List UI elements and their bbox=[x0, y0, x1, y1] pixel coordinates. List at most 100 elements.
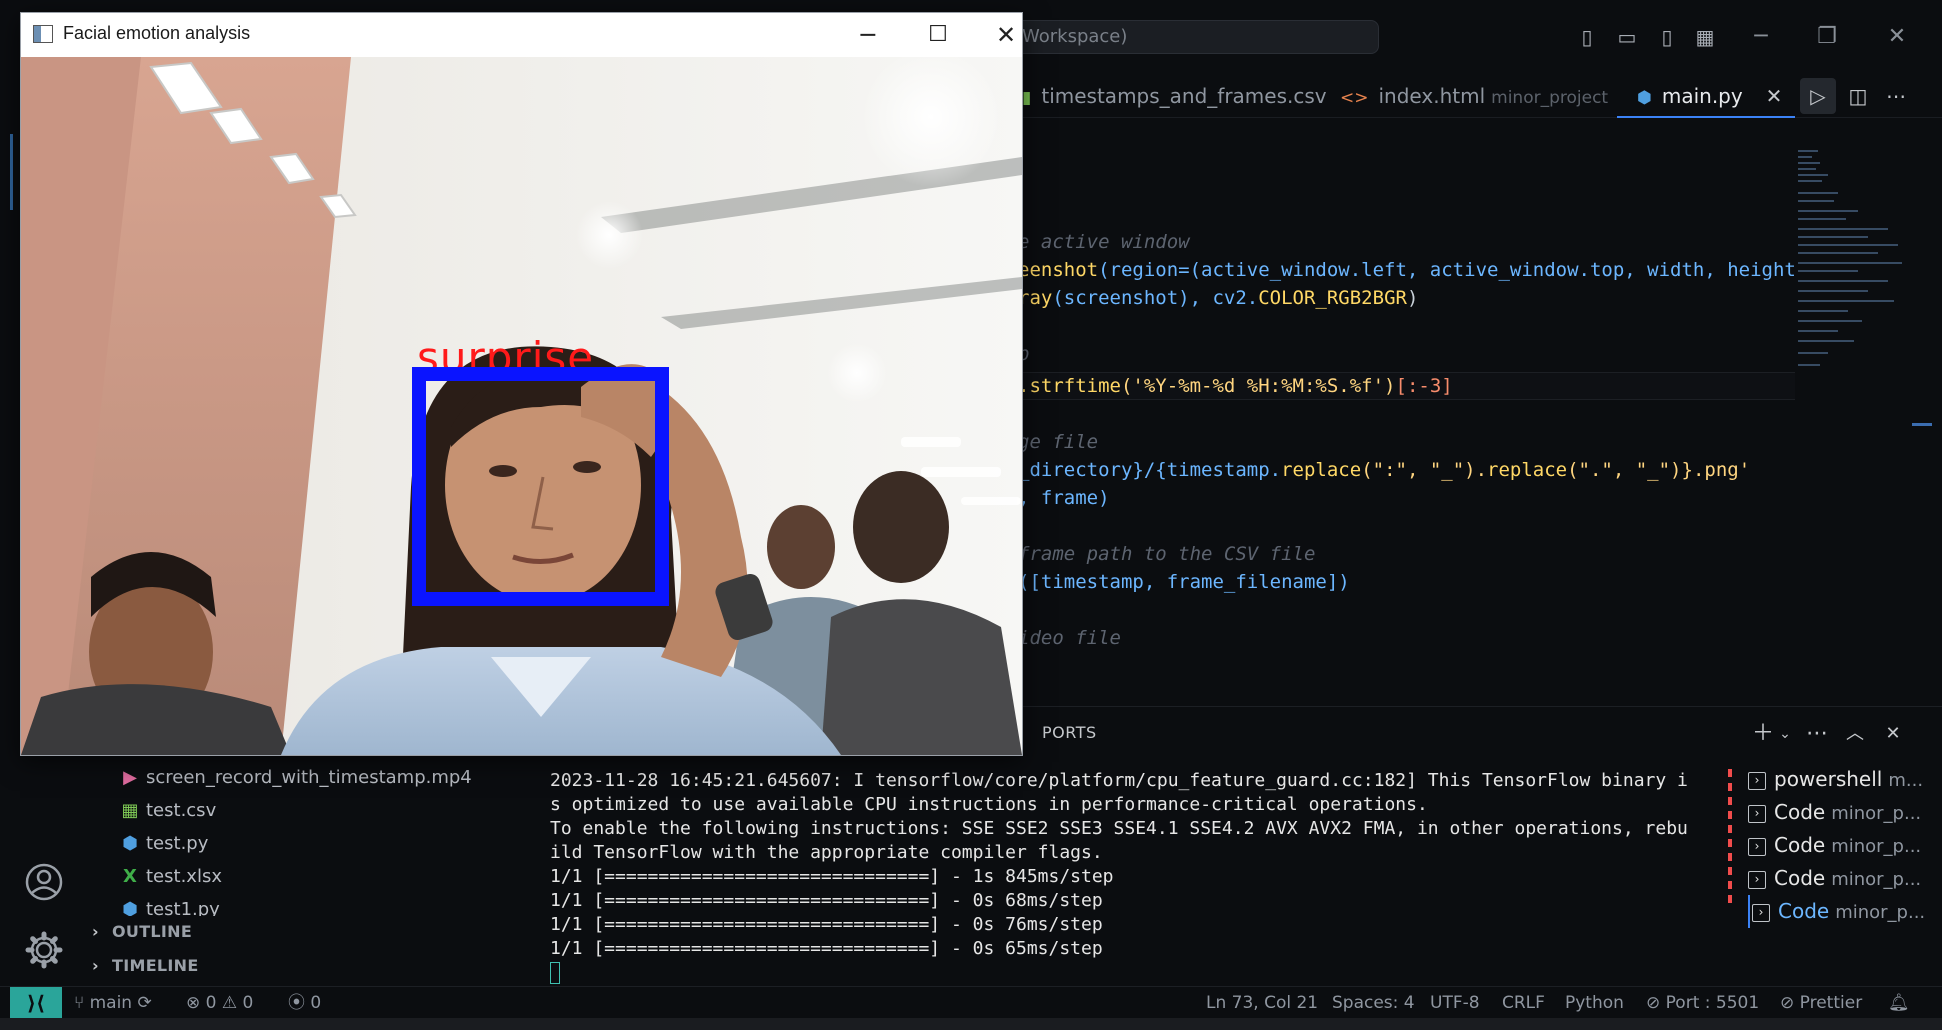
section-title: TIMELINE bbox=[112, 956, 199, 975]
close-tab-icon[interactable]: ✕ bbox=[1756, 78, 1792, 114]
terminal-item-code[interactable]: › Code minor_p... bbox=[1748, 796, 1942, 829]
manage-gear-icon[interactable] bbox=[22, 928, 72, 978]
branch-status[interactable]: ⑂ main ⟳ bbox=[74, 987, 152, 1019]
broadcast-icon: ⦿ bbox=[288, 993, 305, 1013]
minimap[interactable] bbox=[1798, 148, 1908, 408]
ports-status[interactable]: ⦿ 0 bbox=[288, 987, 321, 1019]
code-line: frame path to the CSV file bbox=[1018, 543, 1316, 565]
tab-ports[interactable]: PORTS bbox=[1042, 723, 1097, 742]
code-line: ray(screenshot), cv2.COLOR_RGB2BGR) bbox=[1018, 287, 1419, 309]
code-line: ideo file bbox=[1018, 627, 1121, 649]
terminal-sub: minor_p... bbox=[1831, 869, 1922, 890]
facial-emotion-window: Facial emotion analysis ─ ☐ ✕ surprise bbox=[20, 12, 1023, 756]
maximize-panel-icon[interactable]: ︿ bbox=[1840, 719, 1870, 749]
terminal-icon: › bbox=[1748, 870, 1766, 889]
terminal-name: Code bbox=[1774, 800, 1826, 824]
prettier-status[interactable]: ⊘ Prettier bbox=[1780, 987, 1862, 1019]
python-file-icon: ⬢ bbox=[1637, 88, 1652, 108]
warning-count: 0 bbox=[242, 993, 254, 1013]
terminal-prompt[interactable] bbox=[550, 961, 1720, 985]
terminal-icon: › bbox=[1748, 804, 1766, 823]
window-title: Facial emotion analysis bbox=[63, 23, 251, 43]
face-bounding-box bbox=[412, 367, 669, 606]
terminal-line: 1/1 [==============================] - 0… bbox=[550, 890, 1103, 911]
file-test-py[interactable]: ⬢ test.py bbox=[120, 828, 208, 860]
terminal-name: powershell bbox=[1774, 767, 1883, 791]
problems-status[interactable]: ⊗ 0 ⚠ 0 bbox=[186, 987, 253, 1019]
run-python-icon[interactable]: ▷ bbox=[1800, 78, 1836, 114]
file-test1-py[interactable]: ⬢ test1.py bbox=[120, 894, 220, 916]
customize-layout-icon[interactable]: ▦ bbox=[1694, 26, 1716, 48]
file-test-xlsx[interactable]: Xtest.xlsx bbox=[120, 861, 222, 893]
window-titlebar[interactable]: Facial emotion analysis ─ ☐ ✕ bbox=[21, 13, 1022, 57]
remote-indicator-icon[interactable]: ⟩⟨ bbox=[10, 987, 62, 1019]
code-line: ge file bbox=[1018, 431, 1099, 453]
error-count: 0 bbox=[205, 993, 217, 1013]
minimize-icon[interactable]: ─ bbox=[841, 17, 895, 53]
toggle-sidebar-icon[interactable]: ▯ bbox=[1576, 26, 1598, 48]
notifications-bell-icon[interactable]: 🔔︎ bbox=[1888, 987, 1910, 1019]
terminal-line: 1/1 [==============================] - 0… bbox=[550, 938, 1103, 959]
explorer-sidebar: ▶ screen_record_with_timestamp.mp4 ▦ test.… bbox=[80, 760, 530, 986]
indentation-status[interactable]: Spaces: 4 bbox=[1332, 987, 1415, 1019]
maximize-icon[interactable]: ☐ bbox=[911, 17, 965, 53]
file-name: test.xlsx bbox=[146, 866, 222, 887]
csv-file-icon: ▮ bbox=[1022, 88, 1032, 108]
tab-timestamps-csv[interactable]: ▮ timestamps_and_frames.csv bbox=[1022, 74, 1327, 118]
terminal-sub: m... bbox=[1888, 770, 1924, 791]
close-panel-icon[interactable]: ✕ bbox=[1878, 719, 1908, 749]
code-line: eenshot(region=(active_window.left, acti… bbox=[1018, 259, 1796, 281]
more-actions-icon[interactable]: ⋯ bbox=[1878, 78, 1914, 114]
app-window-icon bbox=[33, 25, 53, 43]
encoding-status[interactable]: UTF-8 bbox=[1430, 987, 1480, 1019]
terminal-icon: › bbox=[1752, 903, 1770, 922]
terminal-list: › powershell m... › Code minor_p... › Code min… bbox=[1748, 763, 1942, 928]
tab-label: main.py bbox=[1661, 84, 1743, 108]
terminal-item-code-active[interactable]: › Code minor_p... bbox=[1748, 895, 1942, 928]
html-file-icon: <> bbox=[1340, 88, 1369, 108]
file-test-csv[interactable]: ▦ test.csv bbox=[120, 795, 216, 827]
toggle-secondary-sidebar-icon[interactable]: ▯ bbox=[1656, 26, 1678, 48]
vscode-close-icon[interactable]: ✕ bbox=[1882, 22, 1912, 52]
eol-status[interactable]: CRLF bbox=[1502, 987, 1545, 1019]
terminal-sub: minor_p... bbox=[1831, 803, 1922, 824]
terminal-item-powershell[interactable]: › powershell m... bbox=[1748, 763, 1942, 796]
port-label: Port : 5501 bbox=[1665, 993, 1760, 1013]
chevron-right-icon: › bbox=[92, 922, 99, 941]
language-status[interactable]: Python bbox=[1565, 987, 1624, 1019]
taskbar-edge bbox=[0, 1018, 1942, 1030]
cursor-position[interactable]: Ln 73, Col 21 bbox=[1206, 987, 1318, 1019]
error-icon: ⊗ bbox=[186, 993, 201, 1013]
code-line: _directory}/{timestamp.replace(":", "_")… bbox=[1018, 459, 1751, 481]
tab-label: index.html bbox=[1378, 84, 1486, 108]
accounts-icon[interactable] bbox=[22, 860, 72, 910]
close-icon[interactable]: ✕ bbox=[979, 17, 1033, 53]
terminal-line: s optimized to use available CPU instruc… bbox=[550, 794, 1428, 815]
vscode-minimize-icon[interactable]: ─ bbox=[1746, 22, 1776, 52]
vscode-restore-icon[interactable]: ❐ bbox=[1812, 22, 1842, 52]
terminal-item-code[interactable]: › Code minor_p... bbox=[1748, 829, 1942, 862]
prettier-label: Prettier bbox=[1799, 993, 1863, 1013]
file-name: test.csv bbox=[146, 800, 217, 821]
chevron-down-icon[interactable]: ⌄ bbox=[1770, 719, 1800, 749]
outline-section[interactable]: › OUTLINE bbox=[92, 918, 192, 946]
status-bar: ⟩⟨ ⑂ main ⟳ ⊗ 0 ⚠ 0 ⦿ 0 Ln 73, Col 21 Sp… bbox=[0, 986, 1942, 1019]
command-center-search[interactable]: Workspace) bbox=[1005, 20, 1379, 54]
terminal-scrollbar[interactable] bbox=[1728, 769, 1732, 909]
tab-index-html[interactable]: <> index.html minor_project bbox=[1340, 74, 1608, 118]
terminal-output[interactable]: 2023-11-28 16:45:21.645607: I tensorflow… bbox=[550, 769, 1720, 989]
prettier-icon: ⊘ bbox=[1780, 993, 1795, 1013]
editor-scroll-indicator[interactable] bbox=[1912, 423, 1932, 426]
section-title: OUTLINE bbox=[112, 922, 193, 941]
terminal-cursor bbox=[550, 962, 560, 984]
split-editor-icon[interactable]: ◫ bbox=[1840, 78, 1876, 114]
toggle-panel-icon[interactable]: ▭ bbox=[1616, 26, 1638, 48]
file-screen-record[interactable]: ▶ screen_record_with_timestamp.mp4 bbox=[120, 762, 472, 794]
live-server-status[interactable]: ⊘ Port : 5501 bbox=[1646, 987, 1759, 1019]
tab-label: timestamps_and_frames.csv bbox=[1041, 84, 1327, 108]
webcam-feed: surprise bbox=[21, 57, 1022, 755]
timeline-section[interactable]: › TIMELINE bbox=[92, 952, 199, 980]
panel-more-icon[interactable]: ⋯ bbox=[1802, 719, 1832, 749]
code-line: , frame) bbox=[1018, 487, 1110, 509]
terminal-item-code[interactable]: › Code minor_p... bbox=[1748, 862, 1942, 895]
